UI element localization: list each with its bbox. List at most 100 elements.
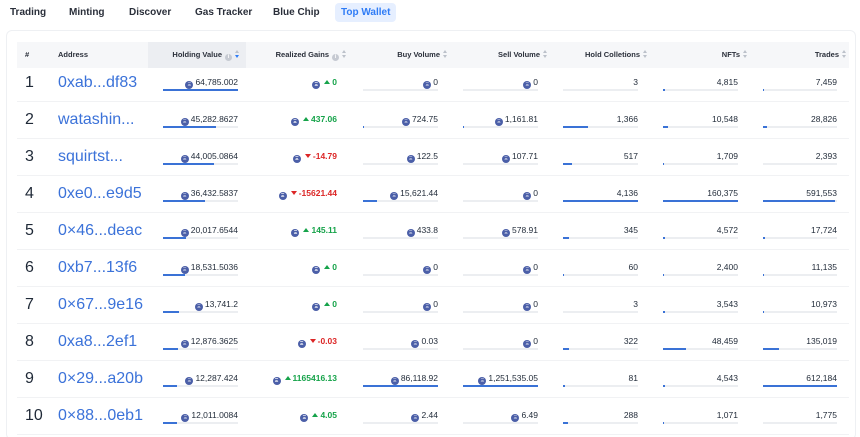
- eth-icon: Ξ: [478, 377, 487, 385]
- wallet-address-link[interactable]: 0×46...deac: [58, 223, 142, 239]
- sell-volume-text: 1,161.81: [504, 114, 538, 124]
- eth-icon: Ξ: [423, 303, 432, 311]
- hold-collections-cell: 3: [563, 287, 638, 324]
- tab-blue-chip[interactable]: Blue Chip: [267, 3, 326, 22]
- eth-icon: Ξ: [300, 414, 309, 422]
- realized-gains-value: Ξ -0.03: [297, 336, 337, 348]
- realized-gains-value: Ξ0: [312, 77, 337, 89]
- trades-bar: [763, 348, 837, 350]
- trades-cell: 7,459: [763, 65, 837, 102]
- nfts-cell: 1,071: [663, 398, 738, 435]
- tab-top-wallet[interactable]: Top Wallet: [335, 3, 397, 22]
- trades-cell: 612,184: [763, 361, 837, 398]
- sell-volume-bar: [463, 274, 538, 276]
- table-row[interactable]: 4 0xe0...e9d5 Ξ 36,432.5837 Ξ -15621.44 Ξ 15,62…: [17, 176, 849, 213]
- realized-gains-cell: Ξ -14.79: [255, 139, 337, 176]
- realized-gains-cell: Ξ 437.06: [255, 102, 337, 139]
- nfts-cell: 4,815: [663, 65, 738, 102]
- wallet-address-link[interactable]: 0xb7...13f6: [58, 260, 137, 276]
- sell-volume-cell: Ξ0: [463, 250, 538, 287]
- eth-icon: Ξ: [185, 377, 194, 385]
- wallet-address-link[interactable]: watashin...: [58, 112, 134, 128]
- table-row[interactable]: 3 squirtst... Ξ 44,005.0864 Ξ -14.79 Ξ 122.5 Ξ 10…: [17, 139, 849, 176]
- table-row[interactable]: 6 0xb7...13f6 Ξ 18,531.5036 Ξ 0 Ξ 0 Ξ 0 60 2,400 11,…: [17, 250, 849, 287]
- eth-icon: Ξ: [180, 340, 189, 348]
- trades-text: 612,184: [806, 373, 837, 383]
- trades-bar: [763, 163, 837, 165]
- holding-value-value: Ξ 45,282.8627: [180, 114, 238, 126]
- buy-volume-value: Ξ0: [423, 77, 438, 89]
- table-row[interactable]: 5 0×46...deac Ξ 20,017.6544 Ξ 145.11 Ξ 433.8 Ξ 57…: [17, 213, 849, 250]
- hold-collections-text: 322: [623, 336, 638, 346]
- hold-collections-bar: [563, 163, 638, 165]
- buy-volume-value: Ξ 433.8: [406, 225, 438, 237]
- eth-icon: Ξ: [423, 266, 432, 274]
- tab-minting[interactable]: Minting: [63, 3, 111, 22]
- realized-gains-text: 0: [332, 299, 337, 309]
- wallet-address-link[interactable]: 0xe0...e9d5: [58, 186, 142, 202]
- buy-volume-cell: Ξ0: [363, 287, 438, 324]
- hold-collections-bar-fill: [563, 348, 569, 350]
- wallet-address-link[interactable]: squirtst...: [58, 149, 123, 165]
- wallet-address-link[interactable]: 0xa8...2ef1: [58, 334, 137, 350]
- wallet-address-link[interactable]: 0xab...df83: [58, 75, 137, 91]
- nfts-text: 4,815: [716, 77, 738, 87]
- holding-value-bar-fill: [163, 89, 238, 91]
- realized-gains-value: Ξ 1165416.13: [272, 373, 337, 385]
- holding-value-bar-fill: [163, 163, 214, 165]
- sell-volume-cell: Ξ 1,251,535.05: [463, 361, 538, 398]
- sell-volume-bar: [463, 311, 538, 313]
- table-row[interactable]: 8 0xa8...2ef1 Ξ 12,876.3625 Ξ -0.03 Ξ 0.03 Ξ 0 322…: [17, 324, 849, 361]
- sell-volume-cell: Ξ0: [463, 287, 538, 324]
- buy-volume-bar: [363, 385, 438, 387]
- sort-icon: [743, 50, 748, 58]
- wallet-address-link[interactable]: 0×67...9e16: [58, 297, 143, 313]
- hold-collections-cell: 517: [563, 139, 638, 176]
- trades-cell: 10,973: [763, 287, 837, 324]
- table-row[interactable]: 7 0×67...9e16 Ξ 13,741.2 Ξ 0 Ξ 0 Ξ 0 3 3,543 10,973: [17, 287, 849, 324]
- hold-collections-text: 3: [633, 77, 638, 87]
- eth-icon: Ξ: [312, 81, 321, 89]
- tab-trading[interactable]: Trading: [4, 3, 52, 22]
- buy-volume-value: Ξ 2.44: [411, 410, 438, 422]
- row-rank: 2: [25, 111, 34, 128]
- eth-icon: Ξ: [180, 118, 189, 126]
- table-row[interactable]: 1 0xab...df83 Ξ 64,785.002 Ξ 0 Ξ 0 Ξ 0 3 4,815 7,459: [17, 65, 849, 102]
- eth-icon: Ξ: [402, 118, 410, 126]
- table-row[interactable]: 9 0×29...a20b Ξ 12,287.424 Ξ 1165416.13 Ξ 86,11…: [17, 361, 849, 398]
- triangle-up-icon: [324, 302, 331, 306]
- buy-volume-cell: Ξ 2.44: [363, 398, 438, 435]
- triangle-up-icon: [303, 117, 309, 121]
- nfts-text: 10,548: [712, 114, 738, 124]
- nfts-text: 160,375: [707, 188, 738, 198]
- tab-discover[interactable]: Discover: [123, 3, 177, 22]
- wallet-address-link[interactable]: 0×88...0eb1: [58, 408, 143, 424]
- trades-bar: [763, 89, 837, 91]
- holding-value-bar-fill: [163, 237, 187, 239]
- nfts-bar: [663, 422, 738, 424]
- wallet-address-link[interactable]: 0×29...a20b: [58, 371, 143, 387]
- table-row[interactable]: 10 0×88...0eb1 Ξ 12,011.0084 Ξ 4.05 Ξ 2.44 Ξ 6.49…: [17, 398, 849, 435]
- eth-icon: Ξ: [312, 303, 321, 311]
- sell-volume-bar: [463, 126, 538, 128]
- buy-volume-value: Ξ 122.5: [406, 151, 438, 163]
- trades-bar-fill: [763, 200, 835, 202]
- trades-bar: [763, 385, 837, 387]
- holding-value-cell: Ξ 18,531.5036: [163, 250, 238, 287]
- buy-volume-bar: [363, 311, 438, 313]
- holding-value-bar-fill: [163, 200, 205, 202]
- holding-value-cell: Ξ 13,741.2: [163, 287, 238, 324]
- table-row[interactable]: 2 watashin... Ξ 45,282.8627 Ξ 437.06 Ξ 724.75 Ξ 1…: [17, 102, 849, 139]
- nfts-bar: [663, 348, 738, 350]
- sell-volume-cell: Ξ 578.91: [463, 213, 538, 250]
- tab-gas-tracker[interactable]: Gas Tracker: [189, 3, 258, 22]
- trades-bar: [763, 422, 837, 424]
- realized-gains-text: -14.79: [312, 151, 337, 161]
- holding-value-cell: Ξ 44,005.0864: [163, 139, 238, 176]
- nfts-bar: [663, 237, 738, 239]
- eth-icon: Ξ: [180, 229, 189, 237]
- eth-icon: Ξ: [502, 229, 510, 237]
- trades-bar: [763, 200, 837, 202]
- nfts-cell: 2,400: [663, 250, 738, 287]
- buy-volume-text: 86,118.92: [400, 373, 438, 383]
